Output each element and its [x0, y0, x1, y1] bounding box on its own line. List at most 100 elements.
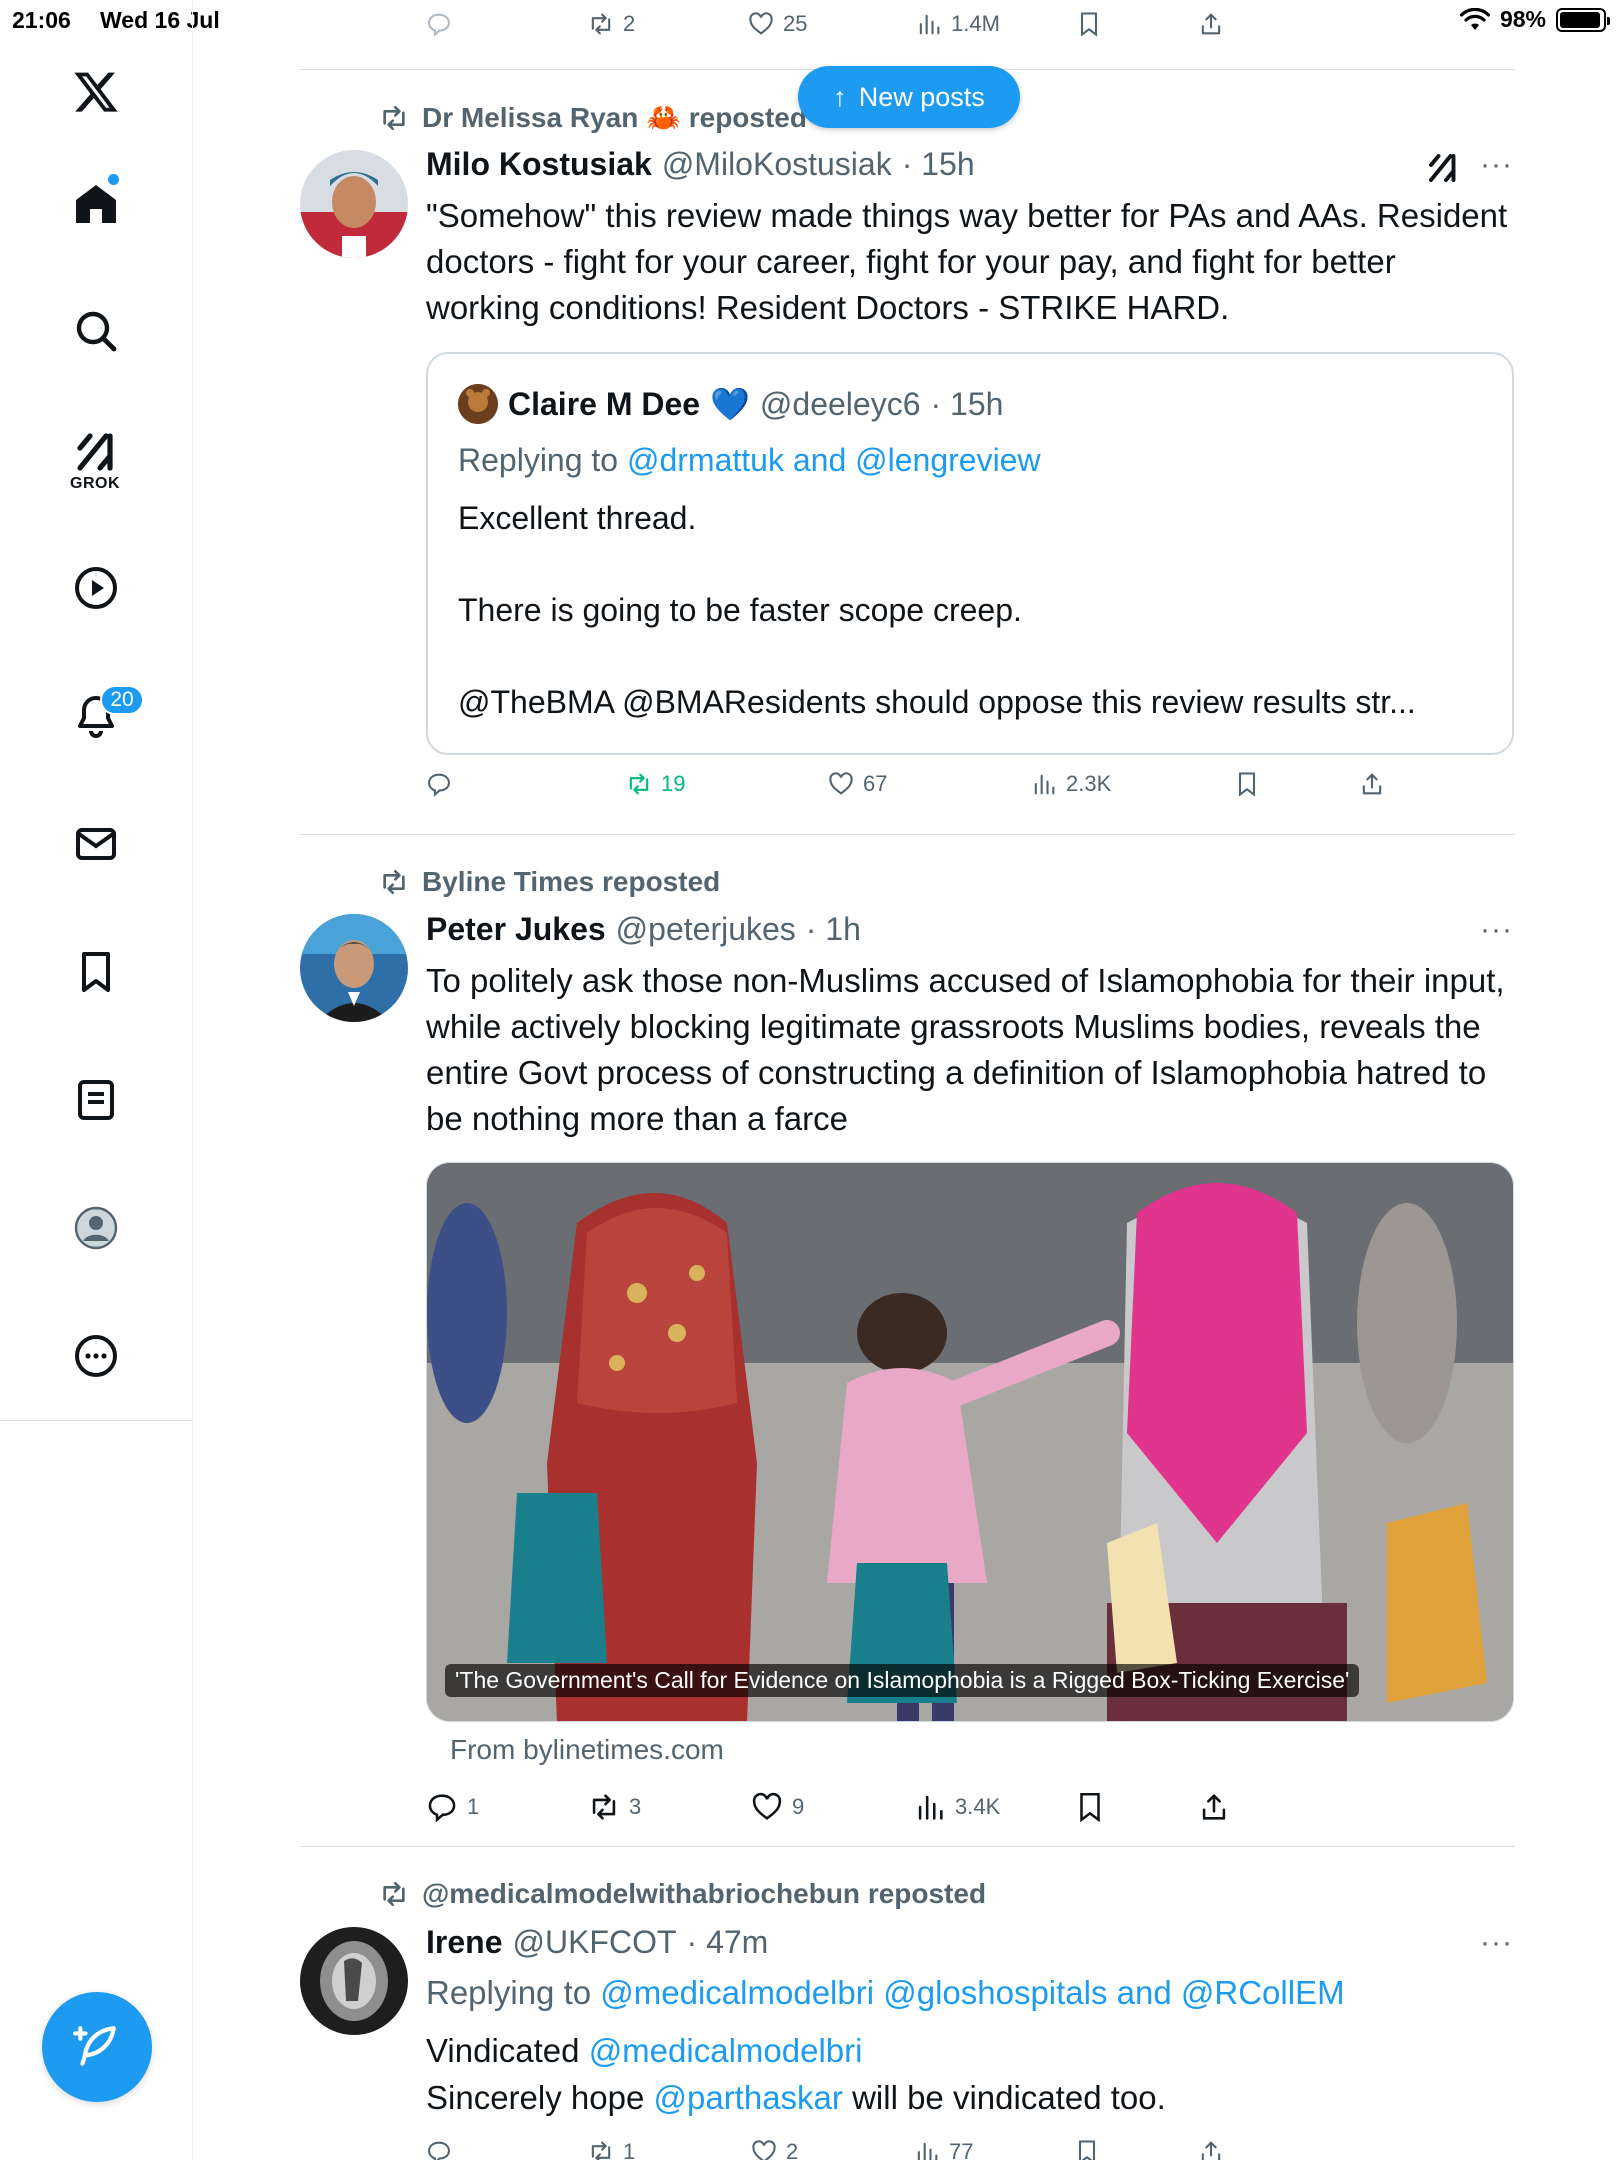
reply-button[interactable] [425, 10, 453, 38]
more-options-icon[interactable]: ··· [1480, 1926, 1513, 1960]
tweet-text: To politely ask those non-Muslims accuse… [426, 962, 1505, 1137]
bookmark-icon [1080, 12, 1098, 37]
mention-link[interactable]: @medicalmodelbri [589, 2032, 863, 2069]
like-button[interactable]: 9 [750, 1790, 804, 1824]
retweet-button[interactable]: 1 [587, 2138, 635, 2160]
tweet-actions: 1 3 9 3.4K [425, 1790, 1245, 1830]
link-source[interactable]: From bylinetimes.com [450, 1734, 724, 1766]
like-count: 25 [783, 11, 808, 36]
reply-icon [428, 2141, 450, 2160]
reply-icon [428, 1794, 456, 1823]
views-button[interactable]: 77 [913, 2138, 973, 2160]
author-handle[interactable]: @peterjukes [616, 911, 796, 948]
replying-to-link[interactable]: @drmattuk and @lengreview [627, 442, 1041, 478]
home-notification-dot [108, 174, 119, 185]
mail-icon[interactable] [62, 810, 130, 878]
like-icon [829, 772, 853, 795]
repost-label[interactable]: Dr Melissa Ryan 🦀 reposted [422, 101, 807, 134]
quote-line-2: There is going to be faster scope creep. [458, 592, 1022, 628]
author-name[interactable]: Peter Jukes [426, 911, 606, 948]
tweet-divider [300, 1846, 1515, 1847]
more-options-icon[interactable]: ··· [1480, 913, 1513, 947]
new-posts-label: New posts [858, 81, 985, 112]
like-count: 67 [863, 771, 888, 796]
quoted-tweet[interactable]: Claire M Dee 💙 @deeleyc6 · 15h Replying … [426, 352, 1514, 755]
text-vindicated-too: will be vindicated too. [852, 2079, 1166, 2116]
views-button[interactable]: 2.3K [1030, 770, 1111, 798]
blue-heart-emoji: 💙 [710, 386, 750, 422]
reply-button[interactable] [425, 770, 453, 798]
tweet-time[interactable]: · 1h [806, 911, 861, 948]
retweet-icon [591, 2141, 611, 2160]
x-logo-icon[interactable] [62, 58, 130, 126]
views-button[interactable]: 3.4K [913, 1790, 1000, 1824]
tweet-divider [300, 834, 1515, 835]
avatar[interactable] [300, 150, 408, 258]
bookmark-icon[interactable] [62, 938, 130, 1006]
retweet-count: 2 [623, 11, 636, 36]
share-button[interactable] [1197, 2138, 1225, 2160]
home-icon[interactable] [62, 170, 130, 238]
retweet-button[interactable]: 3 [587, 1790, 641, 1824]
tweet-time[interactable]: · 15h [902, 146, 975, 183]
retweet-button[interactable]: 19 [625, 770, 685, 798]
search-icon[interactable] [62, 297, 130, 365]
views-count: 77 [949, 2139, 974, 2160]
repost-label[interactable]: Byline Times reposted [422, 866, 720, 898]
replying-to-link[interactable]: @medicalmodelbri @gloshospitals and @RCo… [600, 1974, 1344, 2011]
quote-avatar [458, 384, 498, 424]
share-button[interactable] [1358, 770, 1386, 798]
quote-author-handle: @deeleyc6 [759, 385, 921, 422]
notifications-badge: 20 [100, 685, 144, 715]
tweet-text-line-2: Sincerely hope @parthaskar will be vindi… [426, 2075, 1516, 2121]
quote-line-3: @TheBMA @BMAResidents should oppose this… [458, 684, 1416, 720]
more-options-icon[interactable]: ··· [1480, 148, 1513, 182]
lists-icon[interactable] [62, 1066, 130, 1134]
retweet-icon [591, 13, 611, 35]
share-icon [1201, 2141, 1221, 2160]
author-name[interactable]: Milo Kostusiak [426, 146, 652, 183]
retweet-icon [383, 1882, 405, 1906]
tweet-time[interactable]: · 47m [687, 1924, 769, 1961]
profile-icon[interactable] [62, 1194, 130, 1262]
repost-label[interactable]: @medicalmodelwithabriochebun reposted [422, 1878, 986, 1910]
bookmark-button[interactable] [1233, 770, 1261, 798]
bookmark-button[interactable] [1073, 1790, 1107, 1824]
views-count: 1.4M [951, 11, 1000, 36]
bookmark-button[interactable] [1073, 2138, 1101, 2160]
share-button[interactable] [1197, 1790, 1231, 1824]
tweet-actions: 1 2 77 [425, 2138, 1245, 2160]
new-posts-button[interactable]: ↑ New posts [798, 66, 1020, 128]
retweet-icon [629, 773, 649, 795]
text-sincerely-hope: Sincerely hope [426, 2079, 645, 2116]
bookmark-icon [1078, 2140, 1096, 2160]
share-button[interactable] [1197, 10, 1225, 38]
like-icon [749, 12, 773, 35]
quote-author-name: Claire M Dee [508, 385, 701, 422]
like-count: 2 [786, 2139, 799, 2160]
arrow-up-icon: ↑ [833, 81, 847, 112]
views-button[interactable]: 1.4M [915, 10, 1000, 38]
reply-button[interactable] [425, 2138, 453, 2160]
like-button[interactable]: 67 [827, 770, 887, 798]
more-icon[interactable] [62, 1322, 130, 1390]
avatar[interactable] [300, 914, 408, 1022]
mention-link[interactable]: @parthaskar [653, 2079, 842, 2116]
author-handle[interactable]: @UKFCOT [512, 1924, 676, 1961]
bookmark-button[interactable] [1075, 10, 1103, 38]
retweet-icon [383, 105, 405, 130]
retweet-button[interactable]: 2 [587, 10, 635, 38]
like-button[interactable]: 25 [747, 10, 807, 38]
author-name[interactable]: Irene [426, 1924, 502, 1961]
battery-percent: 98% [1499, 6, 1546, 32]
author-handle[interactable]: @MiloKostusiak [662, 146, 892, 183]
grok-icon[interactable] [1425, 150, 1461, 186]
like-button[interactable]: 2 [750, 2138, 798, 2160]
avatar[interactable] [300, 1927, 408, 2035]
like-icon [752, 1792, 782, 1820]
reply-button[interactable]: 1 [425, 1790, 479, 1824]
compose-button[interactable] [42, 1992, 152, 2102]
video-icon[interactable] [62, 554, 130, 622]
reply-icon [428, 13, 450, 37]
link-card-image[interactable]: 'The Government's Call for Evidence on I… [426, 1162, 1514, 1722]
